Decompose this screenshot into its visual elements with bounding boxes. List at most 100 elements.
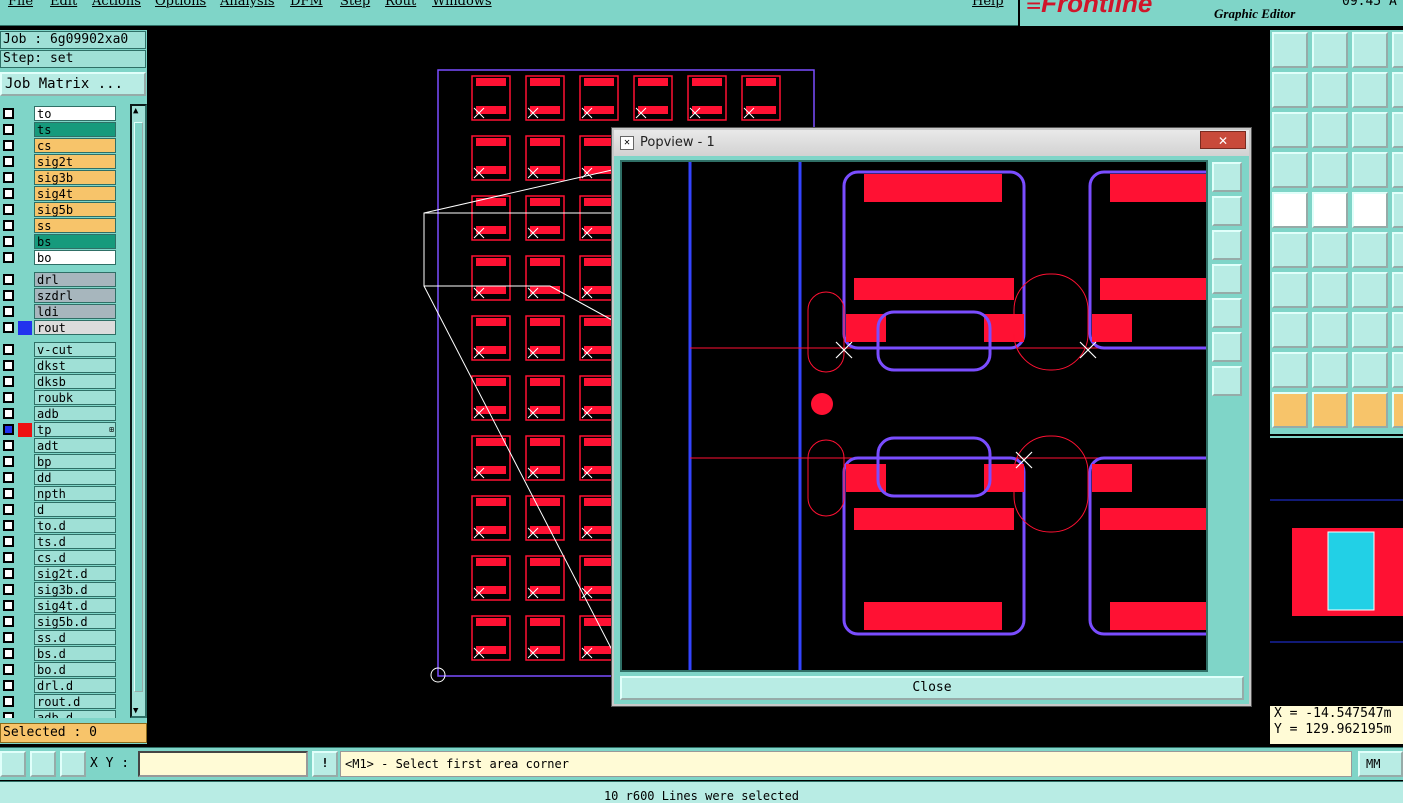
extra-icon[interactable] xyxy=(1392,352,1403,388)
layer-row[interactable]: d xyxy=(0,502,118,518)
layer-name[interactable]: sig4t.d xyxy=(34,598,116,613)
layer-row[interactable]: sig5b xyxy=(0,202,118,218)
layer-row[interactable]: ss.d xyxy=(0,630,118,646)
layer-row[interactable]: adt xyxy=(0,438,118,454)
layer-row[interactable]: sig2t.d xyxy=(0,566,118,582)
layer-checkbox[interactable] xyxy=(3,520,14,531)
layer-row[interactable]: dksb xyxy=(0,374,118,390)
layer-name[interactable]: d xyxy=(34,502,116,517)
layer-checkbox[interactable] xyxy=(3,456,14,467)
layer-name[interactable]: bo xyxy=(34,250,116,265)
xy-input[interactable] xyxy=(138,751,308,777)
layer-row[interactable]: cs xyxy=(0,138,118,154)
snap-icon[interactable] xyxy=(0,751,26,777)
layer-checkbox[interactable] xyxy=(3,220,14,231)
layer-checkbox[interactable] xyxy=(3,156,14,167)
layer-checkbox[interactable] xyxy=(3,696,14,707)
layer-name[interactable]: bp xyxy=(34,454,116,469)
layer-row[interactable]: roubk xyxy=(0,390,118,406)
layer-checkbox[interactable] xyxy=(3,664,14,675)
layer-row[interactable]: ss xyxy=(0,218,118,234)
alert-icon[interactable]: ! xyxy=(312,751,338,777)
layer-name[interactable]: dkst xyxy=(34,358,116,373)
zoom-out-icon[interactable] xyxy=(1212,366,1242,396)
layer-checkbox[interactable] xyxy=(3,290,14,301)
layer-checkbox[interactable] xyxy=(3,376,14,387)
popview-titlebar[interactable]: ✕ Popview - 1 ✕ xyxy=(614,130,1249,156)
edit-line-icon[interactable] xyxy=(1312,272,1348,308)
layer-name[interactable]: sig3b xyxy=(34,170,116,185)
zoom-in-icon[interactable] xyxy=(1212,332,1242,362)
pan-up-icon[interactable] xyxy=(1212,196,1242,226)
layer-checkbox[interactable] xyxy=(3,188,14,199)
layer-checkbox[interactable] xyxy=(3,584,14,595)
layer-checkbox[interactable] xyxy=(3,252,14,263)
layer-name[interactable]: bs.d xyxy=(34,646,116,661)
layer-name[interactable]: cs xyxy=(34,138,116,153)
layer-row[interactable]: dd xyxy=(0,470,118,486)
node-icon[interactable] xyxy=(1272,232,1308,268)
layer-name[interactable]: sig5b.d xyxy=(34,614,116,629)
pan-left-icon[interactable] xyxy=(1212,264,1242,294)
layer-checkbox[interactable] xyxy=(3,274,14,285)
select-more-icon[interactable] xyxy=(1392,392,1403,428)
tri-up-icon[interactable] xyxy=(1352,352,1388,388)
menu-actions[interactable]: Actions xyxy=(92,0,141,9)
layer-name[interactable]: drl xyxy=(34,272,116,287)
layer-name[interactable]: drl.d xyxy=(34,678,116,693)
layer-row[interactable]: ldi xyxy=(0,304,118,320)
layer-name[interactable]: ts xyxy=(34,122,116,137)
dims-icon[interactable] xyxy=(1392,272,1403,308)
layer-checkbox[interactable] xyxy=(3,536,14,547)
layer-row[interactable]: bs.d xyxy=(0,646,118,662)
layer-name[interactable]: sig2t.d xyxy=(34,566,116,581)
layer-checkbox[interactable] xyxy=(3,648,14,659)
snap-icon[interactable] xyxy=(1392,152,1403,188)
layer-row[interactable]: sig4t xyxy=(0,186,118,202)
tools-icon[interactable] xyxy=(1392,192,1403,228)
layer-name[interactable]: dd xyxy=(34,470,116,485)
menu-edit[interactable]: Edit xyxy=(50,0,77,9)
layer-checkbox[interactable] xyxy=(3,204,14,215)
menu-step[interactable]: Step xyxy=(340,0,370,9)
layer-checkbox[interactable] xyxy=(3,172,14,183)
layer-checkbox[interactable] xyxy=(3,568,14,579)
layer-row[interactable]: to xyxy=(0,106,118,122)
layer-row[interactable]: adb.d xyxy=(0,710,118,718)
layer-row[interactable]: dkst xyxy=(0,358,118,374)
layer-name[interactable]: bo.d xyxy=(34,662,116,677)
select-icon[interactable] xyxy=(1272,392,1308,428)
undo-icon[interactable] xyxy=(1352,72,1388,108)
grid-icon[interactable] xyxy=(1392,112,1403,148)
layer-row[interactable]: sig5b.d xyxy=(0,614,118,630)
layer-checkbox[interactable] xyxy=(3,504,14,515)
layer-row[interactable]: npth xyxy=(0,486,118,502)
layer-row[interactable]: sig4t.d xyxy=(0,598,118,614)
layer-row[interactable]: sig3b xyxy=(0,170,118,186)
menu-windows[interactable]: Windows xyxy=(432,0,492,9)
layer-name[interactable]: cs.d xyxy=(34,550,116,565)
page-icon[interactable] xyxy=(1392,32,1403,68)
scroll-up-icon[interactable]: ▲ xyxy=(133,106,138,116)
mirror-icon[interactable] xyxy=(1352,312,1388,348)
grid-icon[interactable] xyxy=(60,751,86,777)
layer-checkbox[interactable] xyxy=(3,360,14,371)
layer-name[interactable]: tp xyxy=(34,422,116,437)
step-left-icon[interactable] xyxy=(1272,72,1308,108)
layer-checkbox[interactable] xyxy=(3,322,14,333)
zoom-area-icon[interactable] xyxy=(1272,112,1308,148)
move-down-icon[interactable] xyxy=(1312,32,1348,68)
layer-checkbox[interactable] xyxy=(3,108,14,119)
layer-name[interactable]: ss.d xyxy=(34,630,116,645)
layer-scrollbar[interactable]: ▲ ▼ xyxy=(130,104,147,718)
layer-name[interactable]: dksb xyxy=(34,374,116,389)
popview-zoom-view[interactable] xyxy=(620,160,1272,672)
layer-name[interactable]: sig4t xyxy=(34,186,116,201)
layer-checkbox[interactable] xyxy=(3,124,14,135)
layer-row[interactable]: ts.d xyxy=(0,534,118,550)
layer-row[interactable]: bp xyxy=(0,454,118,470)
up-icon[interactable] xyxy=(1312,352,1348,388)
triangle-icon[interactable] xyxy=(1272,352,1308,388)
layer-name[interactable]: npth xyxy=(34,486,116,501)
add-feature-icon[interactable] xyxy=(1272,312,1308,348)
